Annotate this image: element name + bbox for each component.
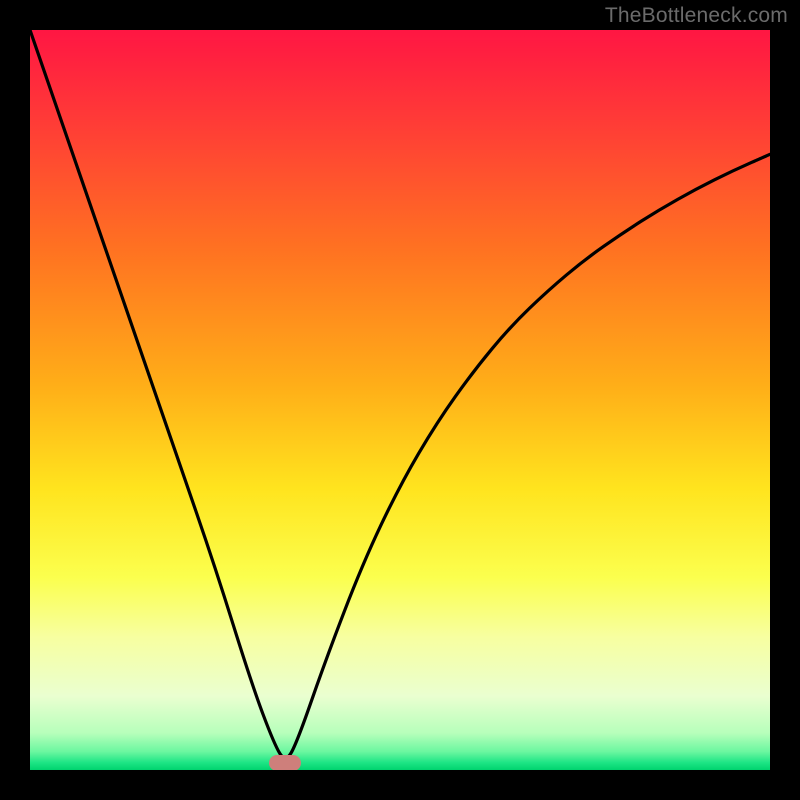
watermark-text: TheBottleneck.com: [605, 4, 788, 28]
bottleneck-curve: [30, 30, 770, 770]
chart-frame: TheBottleneck.com: [0, 0, 800, 800]
plot-area: [30, 30, 770, 770]
optimum-marker: [269, 755, 301, 770]
